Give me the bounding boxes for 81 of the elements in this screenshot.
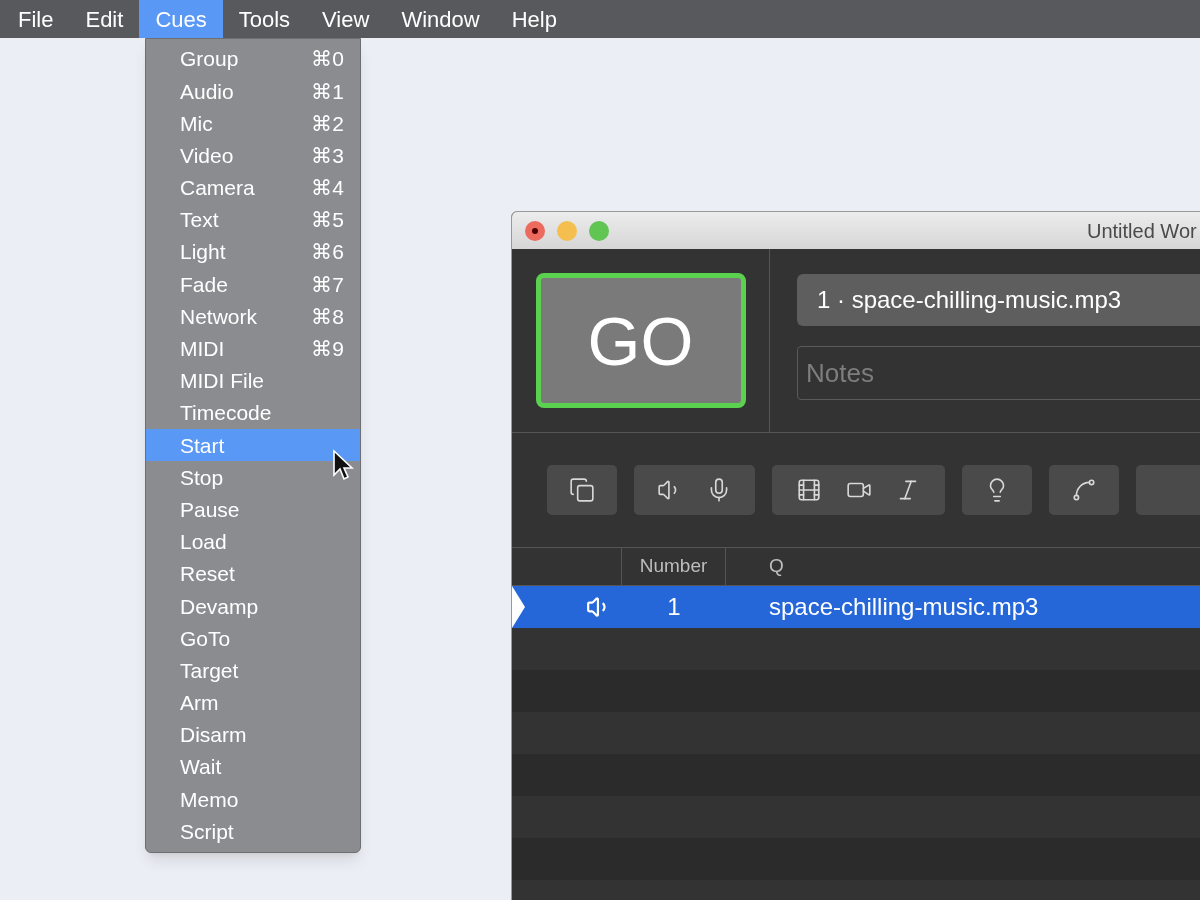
menu-item-label: Memo xyxy=(180,786,239,813)
table-cell-text: 1 xyxy=(666,592,682,622)
menu-item[interactable]: GoTo xyxy=(146,622,360,655)
menu-item[interactable]: Reset xyxy=(146,558,360,591)
menu-item-label: Arm xyxy=(180,690,219,717)
menu-item[interactable]: Mic ⌘2 xyxy=(146,107,360,140)
menu-item[interactable]: Load xyxy=(146,525,360,558)
menu-item[interactable]: Script xyxy=(146,815,360,848)
menu-item-label: Audio xyxy=(180,78,234,105)
menu-item[interactable]: Devamp xyxy=(146,590,360,623)
menu-item[interactable]: Timecode xyxy=(146,397,360,430)
menu-item-label: Timecode xyxy=(180,400,272,427)
menu-item[interactable]: Disarm xyxy=(146,718,360,752)
menu-item[interactable]: Arm xyxy=(146,686,360,719)
go-button[interactable]: GO xyxy=(535,273,746,408)
menu-item[interactable]: MIDI ⌘9 xyxy=(146,332,360,365)
shortcut-label: ⌘1 xyxy=(311,78,344,105)
cue-row[interactable]: 1 space-chilling-music.mp3 xyxy=(512,586,1200,628)
menu-item-label: Fade xyxy=(180,271,228,298)
menu-item[interactable]: Light ⌘6 xyxy=(146,236,360,269)
menu-item-label: Video xyxy=(180,142,234,169)
menu-item-label: Mic xyxy=(180,110,213,137)
column-header[interactable]: Q xyxy=(726,552,784,581)
menu-item-label: Stop xyxy=(180,464,224,491)
shortcut-label: ⌘7 xyxy=(311,271,344,298)
mouse-pointer-icon xyxy=(332,449,354,483)
notes-field[interactable]: Notes xyxy=(797,346,1200,400)
menu-item-label: Script xyxy=(180,818,234,845)
menu-item-label: Pause xyxy=(180,496,240,523)
menu-item[interactable]: Text ⌘5 xyxy=(146,203,360,237)
menu-item-label: Target xyxy=(180,657,239,684)
menu-item[interactable]: Pause xyxy=(146,493,360,526)
shortcut-label: ⌘6 xyxy=(311,239,344,266)
menu-bar-item[interactable]: File xyxy=(2,0,70,38)
menu-bar-item[interactable]: Edit xyxy=(69,0,140,38)
menu-item[interactable]: Group ⌘0 xyxy=(146,43,360,76)
menu-item-label: Wait xyxy=(180,754,222,781)
menu-item[interactable]: Camera ⌘4 xyxy=(146,171,360,204)
menu-item-label: Group xyxy=(180,46,239,73)
menu-item-label: Devamp xyxy=(180,593,259,620)
menu-item[interactable]: Fade ⌘7 xyxy=(146,268,360,301)
table-cell-text: space-chilling-music.mp3 xyxy=(768,592,1039,622)
menu-item[interactable]: Network ⌘8 xyxy=(146,300,360,333)
menu-item-label: Start xyxy=(180,432,225,459)
menu-bar-item[interactable]: Cues xyxy=(139,0,223,38)
menu-item[interactable]: Stop xyxy=(146,461,360,494)
menu-bar-item[interactable]: View xyxy=(306,0,386,38)
window-title: Untitled Wor xyxy=(1087,218,1197,244)
menu-item-label: Reset xyxy=(180,561,235,588)
film-icon[interactable] xyxy=(795,477,822,503)
menu-item-label: GoTo xyxy=(180,625,231,652)
menu-bar-item[interactable]: Help xyxy=(495,0,573,38)
menu-item[interactable]: Start xyxy=(146,429,360,462)
menu-item-label: Network xyxy=(180,303,258,330)
menu-item-label: Camera xyxy=(180,175,255,202)
cue-name-field[interactable]: 1 · space-chilling-music.mp3 xyxy=(797,274,1200,326)
shortcut-label: ⌘2 xyxy=(311,110,344,137)
stacked-squares-icon[interactable] xyxy=(568,477,595,503)
close-button[interactable] xyxy=(525,220,545,241)
menu-item[interactable]: Target xyxy=(146,654,360,687)
menu-item-label: Text xyxy=(180,207,219,234)
menu-item-label: MIDI xyxy=(180,336,225,363)
menu-item-label: MIDI File xyxy=(180,368,264,395)
menu-item-label: Light xyxy=(180,239,226,266)
menu-item[interactable]: Audio ⌘1 xyxy=(146,75,360,108)
menu-item[interactable]: Wait xyxy=(146,751,360,784)
menu-item[interactable]: Memo xyxy=(146,783,360,816)
menu-bar-item[interactable]: Window xyxy=(385,0,496,38)
menu-item[interactable]: Video ⌘3 xyxy=(146,139,360,172)
fade-curve-icon[interactable] xyxy=(1071,477,1098,503)
menu-item-label: Disarm xyxy=(180,722,247,749)
shortcut-label: ⌘5 xyxy=(311,207,344,234)
menu-item-label: Load xyxy=(180,529,227,556)
shortcut-label: ⌘0 xyxy=(311,46,344,73)
shortcut-label: ⌘9 xyxy=(311,336,344,363)
menu-bar-item[interactable]: Tools xyxy=(222,0,307,38)
shortcut-label: ⌘8 xyxy=(311,303,344,330)
shortcut-label: ⌘3 xyxy=(311,142,344,169)
shortcut-label: ⌘4 xyxy=(311,175,344,202)
column-header[interactable]: Number xyxy=(622,548,726,585)
menu-item[interactable]: MIDI File xyxy=(146,364,360,398)
